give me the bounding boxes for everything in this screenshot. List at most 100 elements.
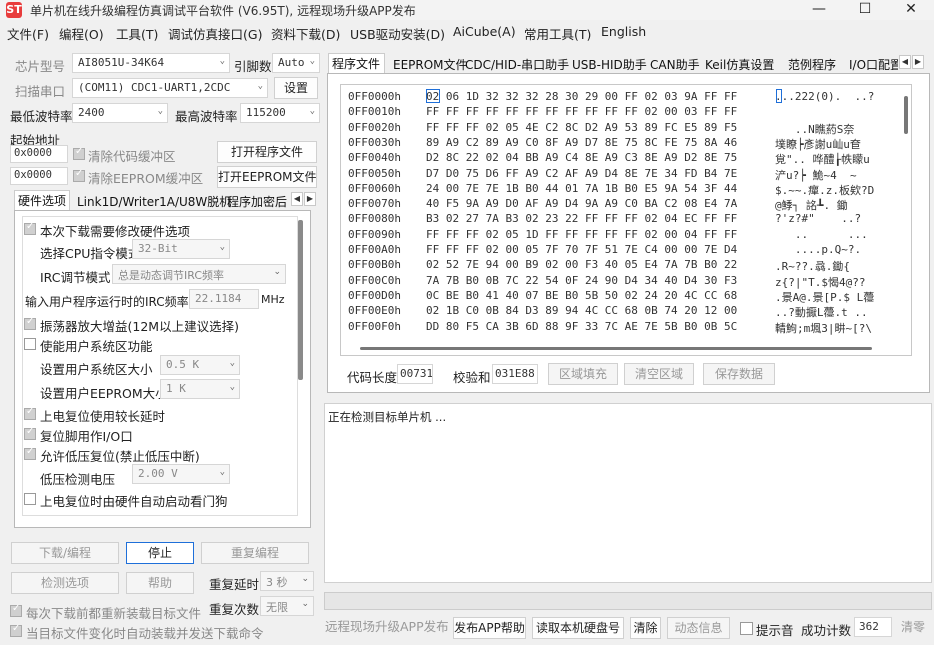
- hex-ascii[interactable]: .. ...: [775, 228, 905, 241]
- menu-english[interactable]: English: [601, 24, 646, 39]
- cpu-mode-select[interactable]: 32-Bit ⌄: [132, 239, 230, 259]
- hex-bytes[interactable]: 02 06 1D 32 32 32 28 30 29 00 FF 02 03 9…: [426, 90, 737, 103]
- close-icon[interactable]: ✕: [888, 0, 934, 20]
- hex-horizontal-scrollbar[interactable]: [360, 347, 872, 350]
- tab-cdc-serial[interactable]: CDC/HID-串口助手: [462, 55, 569, 75]
- menu-aicube[interactable]: AiCube(A): [453, 24, 516, 39]
- wdt-checkbox[interactable]: [24, 493, 36, 505]
- read-disk-button[interactable]: 读取本机硬盘号: [532, 617, 624, 639]
- hex-ascii[interactable]: ..N瞧葯S奈: [775, 121, 905, 137]
- maximize-icon[interactable]: ☐: [842, 0, 888, 20]
- chip-select[interactable]: AI8051U-34K64 ⌄: [72, 53, 230, 73]
- hex-ascii[interactable]: z{?|"T.$愒4@??: [775, 274, 905, 290]
- tab-link1d[interactable]: Link1D/Writer1A/U8W脱机: [74, 192, 231, 212]
- hex-ascii[interactable]: 墣瞭┝彥謝u屾u奆: [775, 136, 905, 152]
- hex-bytes[interactable]: 02 52 7E 94 00 B9 02 00 F3 40 05 E4 7A 7…: [426, 258, 737, 271]
- menu-program[interactable]: 编程(O): [59, 24, 104, 43]
- clear-log-button[interactable]: 清除: [630, 617, 661, 639]
- publish-app-button[interactable]: 远程现场升级APP发布: [325, 617, 449, 639]
- eeprom-size-select[interactable]: 1 K ⌄: [160, 379, 240, 399]
- tab-program-file[interactable]: 程序文件: [328, 53, 385, 73]
- menu-file[interactable]: 文件(F): [7, 24, 49, 43]
- repeat-count-select[interactable]: 无限 ⌄: [260, 596, 314, 616]
- publish-help-button[interactable]: 发布APP帮助: [453, 617, 526, 639]
- hex-bytes[interactable]: FF FF FF 02 05 4E C2 8C D2 A9 53 89 FC E…: [426, 121, 737, 134]
- menu-debug[interactable]: 调试仿真接口(G): [168, 24, 262, 43]
- open-program-file-button[interactable]: 打开程序文件: [217, 141, 317, 163]
- clear-eeprom-checkbox[interactable]: [73, 168, 85, 182]
- fill-area-button[interactable]: 区域填充: [548, 363, 618, 385]
- hex-ascii[interactable]: $.~~.癉.z.板欸?D: [775, 182, 905, 198]
- help-button[interactable]: 帮助: [126, 572, 194, 594]
- tab-keil[interactable]: Keil仿真设置: [702, 55, 781, 75]
- hex-bytes[interactable]: D7 D0 75 D6 FF A9 C2 AF A9 D4 8E 7E 34 F…: [426, 167, 737, 180]
- hex-ascii[interactable]: ....p.Q~?.: [775, 243, 905, 256]
- menu-tools[interactable]: 工具(T): [116, 24, 158, 43]
- irc-freq-input[interactable]: 22.1184: [189, 289, 259, 309]
- hex-bytes[interactable]: B3 02 27 7A B3 02 23 22 FF FF FF 02 04 E…: [426, 212, 737, 225]
- tab-scroll-left-icon[interactable]: ◀: [899, 55, 911, 69]
- hex-bytes[interactable]: D2 8C 22 02 04 BB A9 C4 8E A9 C3 8E A9 D…: [426, 151, 737, 164]
- reset-pin-checkbox[interactable]: [24, 426, 36, 440]
- tab-io-config[interactable]: I/O口配置: [846, 55, 898, 75]
- max-baud-select[interactable]: 115200 ⌄: [240, 103, 320, 123]
- tab-can[interactable]: CAN助手: [647, 55, 700, 75]
- hex-bytes[interactable]: FF FF FF 02 05 1D FF FF FF FF FF 02 00 0…: [426, 228, 737, 241]
- tab-hardware-options[interactable]: 硬件选项: [14, 190, 70, 210]
- detect-options-button[interactable]: 检测选项: [11, 572, 119, 594]
- hex-bytes[interactable]: FF FF FF 02 00 05 7F 70 7F 51 7E C4 00 0…: [426, 243, 737, 256]
- scan-port-button[interactable]: 扫描串口: [15, 81, 65, 100]
- tab-scroll-left-icon[interactable]: ◀: [291, 192, 303, 206]
- save-data-button[interactable]: 保存数据: [703, 363, 775, 385]
- clear-area-button[interactable]: 清空区域: [624, 363, 694, 385]
- tab-scroll-right-icon[interactable]: ▶: [304, 192, 316, 206]
- clear-code-checkbox[interactable]: [73, 146, 85, 160]
- irc-select[interactable]: 总是动态调节IRC频率 ⌄: [112, 264, 286, 284]
- lvd-select[interactable]: 2.00 V ⌄: [132, 464, 230, 484]
- hex-ascii[interactable]: 輤鮈;m堸3|畊~[?\: [775, 320, 905, 336]
- lvr-checkbox[interactable]: [24, 446, 36, 460]
- pins-select[interactable]: Auto ⌄: [272, 53, 320, 73]
- beep-checkbox[interactable]: [740, 622, 753, 635]
- settings-button[interactable]: 设置: [274, 77, 318, 99]
- hex-bytes[interactable]: 40 F5 9A A9 D0 AF A9 D4 9A A9 C0 BA C2 0…: [426, 197, 737, 210]
- hex-bytes[interactable]: 24 00 7E 7E 1B B0 44 01 7A 1B B0 E5 9A 5…: [426, 182, 737, 195]
- long-delay-checkbox[interactable]: [24, 406, 36, 420]
- hex-bytes[interactable]: 02 1B C0 0B 84 D3 89 94 4C CC 68 0B 74 2…: [426, 304, 737, 317]
- menu-common-tools[interactable]: 常用工具(T): [524, 24, 591, 43]
- log-area[interactable]: [324, 403, 932, 583]
- port-select[interactable]: (COM11) CDC1-UART1,2CDC ⌄: [72, 78, 268, 98]
- tab-scroll-right-icon[interactable]: ▶: [912, 55, 924, 69]
- minimize-icon[interactable]: —: [796, 0, 842, 20]
- menu-download[interactable]: 资料下载(D): [271, 24, 340, 43]
- download-program-button[interactable]: 下载/编程: [11, 542, 119, 564]
- hex-bytes[interactable]: DD 80 F5 CA 3B 6D 88 9F 33 7C AE 7E 5B B…: [426, 320, 737, 333]
- hex-ascii[interactable]: .R~??.骉.鋤{: [775, 258, 905, 274]
- reload-checkbox[interactable]: [10, 603, 22, 617]
- tab-eeprom-file[interactable]: EEPROM文件: [390, 55, 468, 75]
- hex-ascii[interactable]: ...222(0). ..?: [775, 90, 905, 103]
- options-scrollbar[interactable]: [298, 220, 303, 380]
- tab-examples[interactable]: 范例程序: [785, 55, 843, 75]
- hex-ascii[interactable]: 浐u?┝ 鮠~4 ~: [775, 167, 905, 183]
- repeat-program-button[interactable]: 重复编程: [201, 542, 309, 564]
- eeprom-address-input[interactable]: 0x0000: [10, 167, 68, 185]
- sys-size-select[interactable]: 0.5 K ⌄: [160, 355, 240, 375]
- open-eeprom-file-button[interactable]: 打开EEPROM文件: [217, 166, 317, 188]
- hex-ascii[interactable]: 覍".. 哗醴┟帙矇u: [775, 151, 905, 167]
- hex-bytes[interactable]: 89 A9 C2 89 A9 C0 8F A9 D7 8E 75 8C FE 7…: [426, 136, 737, 149]
- auto-send-checkbox[interactable]: [10, 623, 22, 637]
- hex-bytes[interactable]: 7A 7B B0 0B 7C 22 54 0F 24 90 D4 34 40 D…: [426, 274, 737, 287]
- hex-bytes[interactable]: FF FF FF FF FF FF FF FF FF FF FF 02 00 0…: [426, 105, 737, 118]
- hex-bytes[interactable]: 0C BE B0 41 40 07 BE B0 5B 50 02 24 20 4…: [426, 289, 737, 302]
- hex-ascii[interactable]: @鯚┐ 詺┺. 鋤: [775, 197, 905, 213]
- min-baud-select[interactable]: 2400 ⌄: [72, 103, 168, 123]
- hex-ascii[interactable]: ..?動擫L蘉.t ..: [775, 304, 905, 320]
- repeat-delay-select[interactable]: 3 秒 ⌄: [260, 571, 314, 591]
- hex-ascii[interactable]: ?'z?#" ..?: [775, 212, 905, 225]
- tab-encrypt[interactable]: 程序加密后: [224, 192, 288, 212]
- user-sysreg-checkbox[interactable]: [24, 338, 36, 350]
- tab-usb-hid[interactable]: USB-HID助手: [569, 55, 647, 75]
- stop-button[interactable]: 停止: [126, 542, 194, 564]
- menu-usb-driver[interactable]: USB驱动安装(D): [350, 24, 445, 43]
